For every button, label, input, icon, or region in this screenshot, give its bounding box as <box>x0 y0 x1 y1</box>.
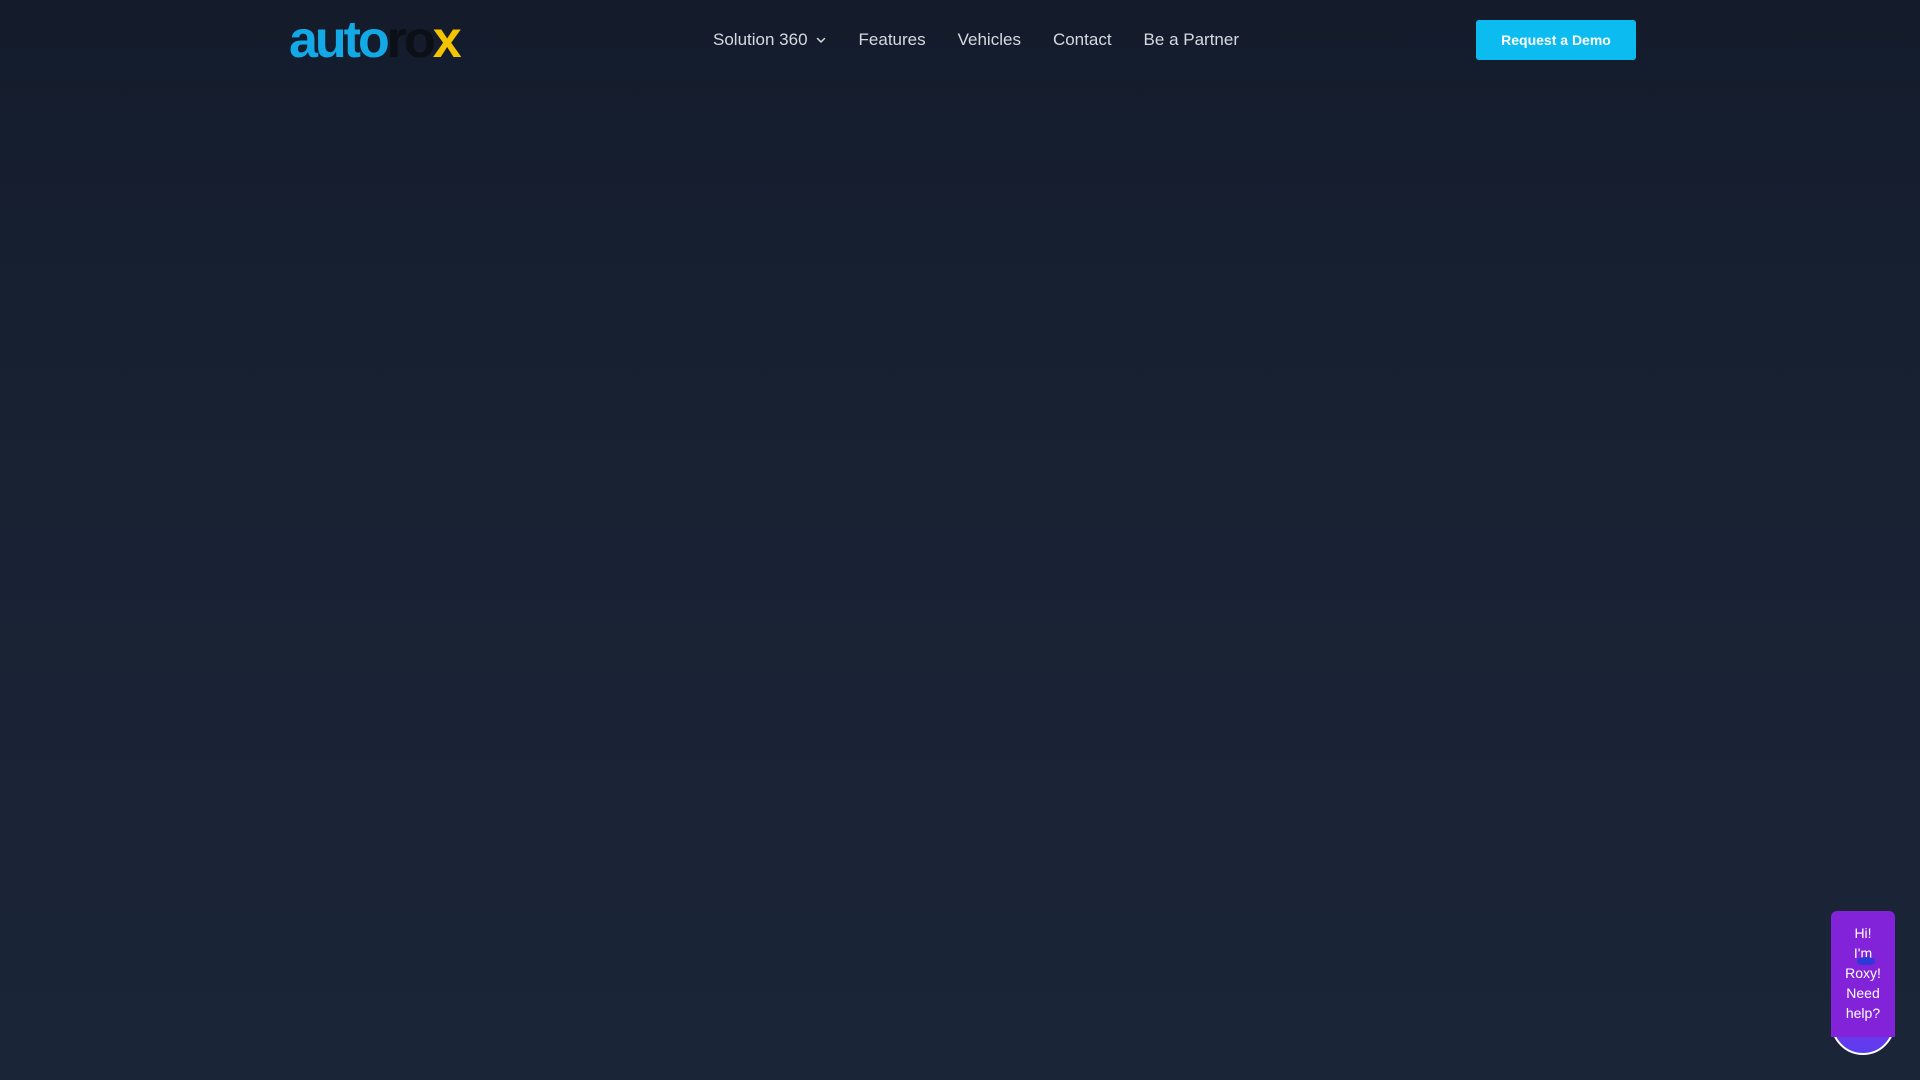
avatar-face-icon <box>1857 957 1875 965</box>
nav-item-features[interactable]: Features <box>859 30 926 50</box>
request-demo-button[interactable]: Request a Demo <box>1476 20 1636 60</box>
nav-item-be-a-partner[interactable]: Be a Partner <box>1144 30 1239 50</box>
chat-greeting-bubble[interactable]: Hi! I'm Roxy! Need help? <box>1831 911 1895 1037</box>
main-nav: Solution 360 Features Vehicles Contact B… <box>713 24 1239 56</box>
chevron-down-icon <box>816 37 825 43</box>
chat-greeting-line: Roxy! <box>1845 965 1881 981</box>
chat-widget[interactable]: Hi! I'm Roxy! Need help? <box>1831 911 1895 1055</box>
chat-greeting-line: Need <box>1846 985 1880 1001</box>
nav-item-label: Contact <box>1052 30 1112 49</box>
nav-item-label: Features <box>858 30 926 49</box>
nav-item-contact[interactable]: Contact <box>1053 30 1112 50</box>
logo-text-ro: ro <box>386 11 436 69</box>
chat-greeting-line: help? <box>1845 1005 1881 1021</box>
logo-text-x: x <box>432 11 462 69</box>
nav-item-label: Vehicles <box>957 30 1021 49</box>
nav-item-label: Solution 360 <box>713 30 808 49</box>
nav-item-solution-360[interactable]: Solution 360 <box>713 30 827 50</box>
chat-greeting-line: Hi! <box>1854 925 1872 941</box>
autorox-logo[interactable]: auto ro x <box>289 11 462 69</box>
nav-item-vehicles[interactable]: Vehicles <box>958 30 1021 50</box>
nav-item-label: Be a Partner <box>1143 30 1239 49</box>
logo-text-auto: auto <box>289 11 390 69</box>
top-navbar: auto ro x Solution 360 Features Vehicles C… <box>0 0 1920 80</box>
